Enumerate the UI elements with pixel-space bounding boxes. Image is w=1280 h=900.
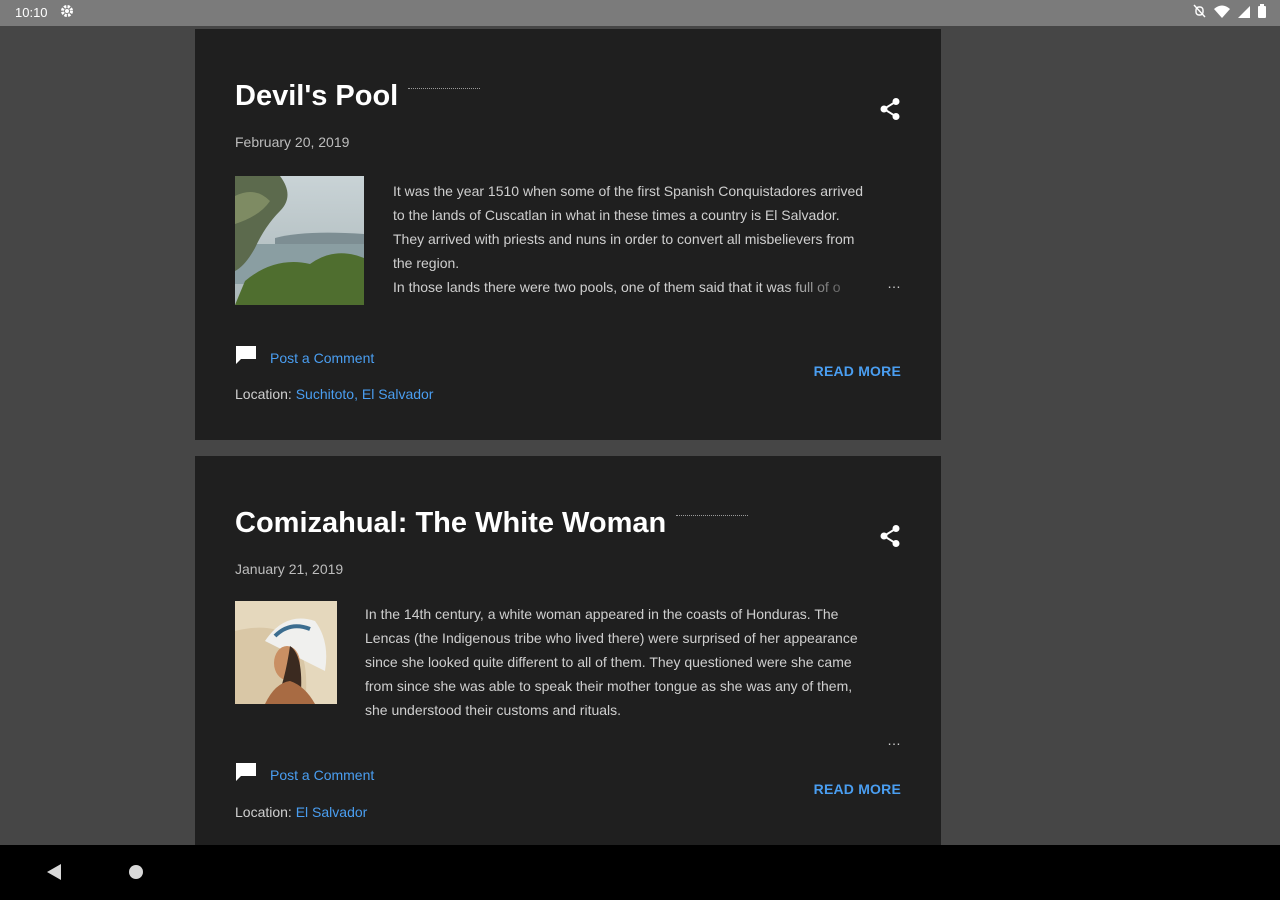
- post-comment-link[interactable]: Post a Comment: [270, 350, 374, 366]
- excerpt-line: In those lands there were two pools, one…: [393, 279, 841, 295]
- post-excerpt: In the 14th century, a white woman appea…: [365, 602, 910, 722]
- post-location: Location: El Salvador: [235, 804, 367, 820]
- post-comment[interactable]: Post a Comment: [235, 762, 374, 787]
- post-date: January 21, 2019: [235, 561, 344, 577]
- excerpt-line: Lencas (the Indigenous tribe who lived t…: [365, 630, 858, 646]
- post-title[interactable]: Comizahual: The White Woman: [235, 507, 749, 540]
- excerpt-ellipsis: …: [887, 275, 901, 291]
- post-date: February 20, 2019: [235, 134, 350, 150]
- excerpt-line: from since she was able to speak their m…: [365, 678, 853, 694]
- home-icon[interactable]: [129, 865, 143, 879]
- navigation-bar: [0, 845, 1280, 900]
- status-icons: [1193, 4, 1266, 21]
- excerpt-line: to the lands of Cuscatlan in what in the…: [393, 207, 840, 223]
- alarm-off-icon: [1193, 4, 1206, 21]
- excerpt-line: she understood their customs and rituals…: [365, 702, 622, 718]
- read-more-button[interactable]: READ MORE: [814, 363, 901, 379]
- share-icon[interactable]: [879, 524, 901, 548]
- battery-icon: [1258, 4, 1266, 21]
- status-time: 10:10: [15, 5, 48, 20]
- post-title[interactable]: Devil's Pool: [235, 80, 481, 113]
- excerpt-line: the region.: [393, 255, 460, 271]
- comment-icon: [235, 762, 257, 787]
- post-location: Location: Suchitoto, El Salvador: [235, 386, 433, 402]
- post-card: Devil's Pool February 20, 2019 It was th…: [195, 29, 941, 440]
- location-label: Location:: [235, 386, 292, 402]
- post-thumbnail[interactable]: [235, 176, 364, 305]
- back-icon[interactable]: [47, 864, 61, 880]
- post-card: Comizahual: The White Woman January 21, …: [195, 456, 941, 845]
- excerpt-ellipsis: …: [887, 732, 901, 748]
- comment-icon: [235, 345, 257, 370]
- share-icon[interactable]: [879, 97, 901, 121]
- location-label: Location:: [235, 804, 292, 820]
- blog-feed[interactable]: Devil's Pool February 20, 2019 It was th…: [0, 26, 1280, 845]
- wifi-icon: [1214, 5, 1230, 21]
- status-bar: 10:10: [0, 0, 1280, 26]
- post-comment-link[interactable]: Post a Comment: [270, 767, 374, 783]
- title-decoration: [408, 88, 481, 91]
- location-link[interactable]: Suchitoto, El Salvador: [296, 386, 434, 402]
- excerpt-line: It was the year 1510 when some of the fi…: [393, 183, 864, 199]
- gear-icon: [60, 4, 74, 21]
- read-more-button[interactable]: READ MORE: [814, 781, 901, 797]
- excerpt-line: In the 14th century, a white woman appea…: [365, 606, 839, 622]
- location-link[interactable]: El Salvador: [296, 804, 368, 820]
- title-decoration: [676, 515, 749, 518]
- excerpt-line: They arrived with priests and nuns in or…: [393, 231, 855, 247]
- excerpt-line: since she looked quite different to all …: [365, 654, 852, 670]
- signal-icon: [1238, 5, 1250, 21]
- post-excerpt: It was the year 1510 when some of the fi…: [393, 179, 913, 299]
- post-comment[interactable]: Post a Comment: [235, 345, 374, 370]
- post-thumbnail[interactable]: [235, 601, 337, 704]
